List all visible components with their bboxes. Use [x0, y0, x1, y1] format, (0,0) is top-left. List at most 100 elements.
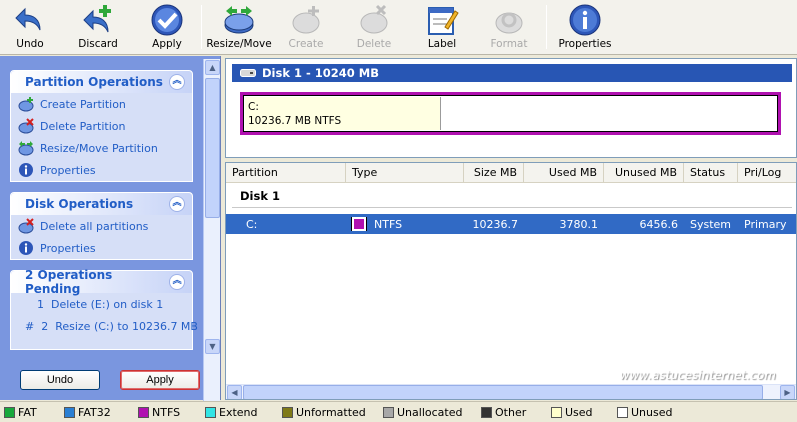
create-partition-link[interactable]: Create Partition — [11, 93, 192, 115]
discard-toolbar-button[interactable]: Discard — [60, 0, 136, 55]
column-header-status[interactable]: Status — [684, 163, 738, 183]
legend-label: Used — [565, 406, 593, 419]
legend-swatch — [4, 407, 15, 418]
operations-pending-group: 2 Operations Pending ︽ 1 Delete (E:) on … — [10, 268, 198, 350]
cell-partition: C: — [246, 217, 258, 231]
partition-properties-link[interactable]: Properties — [11, 159, 192, 181]
cell-used: 3780.1 — [559, 217, 599, 231]
apply-button-label: Apply — [146, 374, 174, 386]
disk-header[interactable]: Disk 1 - 10240 MB — [232, 64, 792, 82]
partition-bar-c[interactable]: C: 10236.7 MB NTFS — [240, 92, 781, 135]
disk-operations-group: Disk Operations ︽ Delete all partitions … — [10, 192, 193, 260]
scroll-up-icon[interactable]: ▲ — [205, 60, 220, 75]
task-pane-buttons: Undo Apply — [0, 360, 221, 400]
delete-toolbar-label: Delete — [356, 38, 392, 50]
cell-status: System — [690, 217, 732, 231]
undo-button[interactable]: Undo — [20, 370, 100, 390]
apply-button[interactable]: Apply — [120, 370, 200, 390]
delete-partition-link[interactable]: Delete Partition — [11, 115, 192, 137]
pending-operation-2[interactable]: # 2 Resize (C:) to 10236.7 MB — [11, 315, 198, 337]
scroll-thumb[interactable] — [205, 78, 220, 218]
legend-label: Unformatted — [296, 406, 366, 419]
resize-move-partition-link[interactable]: Resize/Move Partition — [11, 137, 192, 159]
properties-toolbar-label: Properties — [558, 38, 612, 50]
format-icon — [495, 12, 523, 34]
pending-operation-1[interactable]: 1 Delete (E:) on disk 1 — [11, 293, 192, 315]
partition-info: 10236.7 MB NTFS — [248, 115, 342, 127]
cell-size: 10236.7 — [472, 217, 519, 231]
operations-pending-header[interactable]: 2 Operations Pending ︽ — [11, 268, 192, 296]
discard-toolbar-label: Discard — [78, 38, 118, 50]
collapse-chevron-icon[interactable]: ︽ — [169, 274, 185, 290]
legend-label: Unused — [631, 406, 673, 419]
horizontal-scroll-thumb[interactable] — [243, 385, 763, 399]
watermark: www.astucesinternet.com — [620, 368, 777, 382]
task-pane: Partition Operations ︽ Create Partition … — [0, 56, 221, 411]
legend-swatch — [138, 407, 149, 418]
undo-toolbar-label: Undo — [16, 38, 44, 50]
undo-toolbar-button[interactable]: Undo — [0, 0, 60, 55]
label-icon — [428, 7, 459, 35]
partition-properties-label: Properties — [40, 163, 96, 177]
delete-partition-icon — [18, 118, 34, 134]
legend-item-unallocated: Unallocated — [383, 406, 462, 419]
label-toolbar-label: Label — [427, 38, 457, 50]
undo-icon — [15, 7, 41, 31]
partition-letter: C: — [248, 101, 259, 113]
resize-move-icon — [224, 6, 254, 34]
delete-all-partitions-link[interactable]: Delete all partitions — [11, 215, 192, 237]
column-header-pri-log[interactable]: Pri/Log — [738, 163, 796, 183]
delete-all-partitions-label: Delete all partitions — [40, 219, 149, 233]
scroll-down-icon[interactable]: ▼ — [205, 339, 220, 354]
format-toolbar-button[interactable]: Format — [475, 0, 543, 55]
partition-list: Partition Type Size MB Used MB Unused MB… — [225, 162, 797, 400]
ntfs-color-swatch — [351, 217, 367, 231]
list-horizontal-scrollbar[interactable]: ◀ ▶ — [226, 384, 796, 399]
create-icon — [292, 6, 320, 34]
create-partition-icon — [18, 97, 34, 112]
partition-operations-group: Partition Operations ︽ Create Partition … — [10, 70, 193, 182]
collapse-chevron-icon[interactable]: ︽ — [169, 196, 185, 212]
apply-toolbar-button[interactable]: Apply — [136, 0, 198, 55]
pending-operation-2-label: # 2 Resize (C:) to 10236.7 MB — [25, 319, 198, 333]
legend-label: Unallocated — [397, 406, 463, 419]
resize-move-partition-icon — [18, 141, 34, 156]
cell-pri-log: Primary — [744, 217, 787, 231]
toolbar: Undo Discard Apply Resize/Move Create De… — [0, 0, 797, 55]
delete-icon — [360, 4, 388, 34]
list-header: Partition Type Size MB Used MB Unused MB… — [226, 163, 796, 183]
properties-toolbar-button[interactable]: Properties — [550, 0, 620, 55]
task-pane-scrollbar[interactable]: ▲ ▼ — [203, 59, 220, 411]
apply-toolbar-label: Apply — [152, 38, 182, 50]
legend: FAT FAT32 NTFS Extend Unformatted Unallocated… — [0, 401, 797, 422]
scroll-right-icon[interactable]: ▶ — [780, 385, 795, 399]
disk-operations-title: Disk Operations — [25, 197, 134, 211]
table-row[interactable]: C: NTFS 10236.7 3780.1 6456.6 System Pri… — [226, 214, 796, 234]
delete-toolbar-button[interactable]: Delete — [339, 0, 409, 55]
resize-move-toolbar-label: Resize/Move — [206, 38, 272, 50]
partition-operations-header[interactable]: Partition Operations ︽ — [11, 71, 192, 93]
column-header-type[interactable]: Type — [346, 163, 464, 183]
create-toolbar-button[interactable]: Create — [273, 0, 339, 55]
info-icon — [569, 4, 601, 36]
disk-group-label[interactable]: Disk 1 — [226, 183, 796, 208]
label-toolbar-button[interactable]: Label — [409, 0, 475, 55]
scroll-left-icon[interactable]: ◀ — [227, 385, 242, 399]
disk-properties-link[interactable]: Properties — [11, 237, 192, 259]
legend-label: FAT32 — [78, 406, 111, 419]
hard-drive-icon — [240, 69, 256, 77]
collapse-chevron-icon[interactable]: ︽ — [169, 74, 185, 90]
disk-operations-header[interactable]: Disk Operations ︽ — [11, 193, 192, 215]
column-header-partition[interactable]: Partition — [226, 163, 346, 183]
column-header-size[interactable]: Size MB — [464, 163, 524, 183]
legend-item-unused: Unused — [617, 406, 672, 419]
group-divider — [232, 207, 792, 208]
resize-move-partition-label: Resize/Move Partition — [40, 141, 158, 155]
column-header-unused[interactable]: Unused MB — [604, 163, 684, 183]
resize-move-toolbar-button[interactable]: Resize/Move — [205, 0, 273, 55]
create-toolbar-label: Create — [288, 38, 324, 50]
column-header-used[interactable]: Used MB — [524, 163, 604, 183]
legend-item-fat32: FAT32 — [64, 406, 111, 419]
legend-label: Extend — [219, 406, 258, 419]
cell-type: NTFS — [346, 217, 464, 231]
